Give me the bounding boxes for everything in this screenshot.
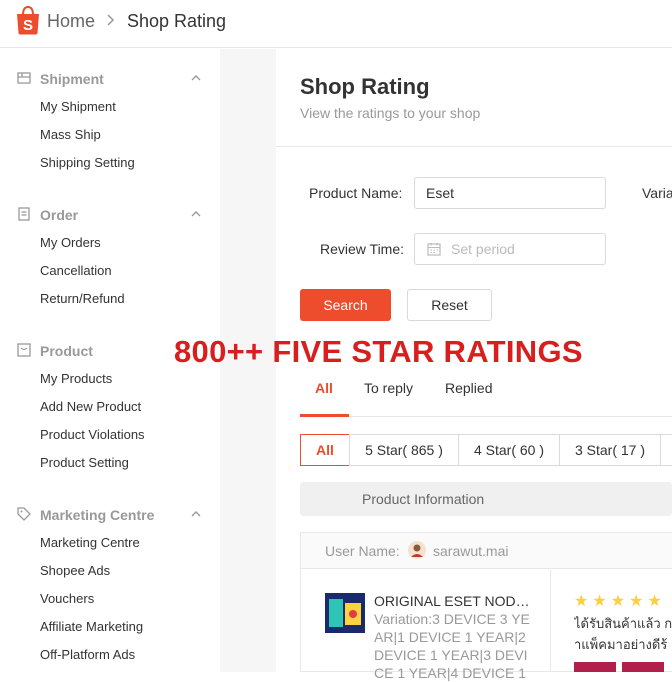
star-filter-5[interactable]: 5 Star( 865 )	[349, 434, 459, 466]
sidebar-section-shipment[interactable]: Shipment	[40, 71, 104, 87]
sidebar-item-marketing-centre[interactable]: Marketing Centre	[40, 535, 140, 550]
tabs-divider	[300, 416, 672, 417]
order-icon	[18, 207, 30, 221]
tab-all[interactable]: All	[315, 380, 333, 396]
top-bar: S Home Shop Rating	[0, 0, 672, 48]
product-name[interactable]: ORIGINAL ESET NOD32 ANTIVIRUS	[374, 593, 532, 609]
star-filter-4[interactable]: 4 Star( 60 )	[458, 434, 560, 466]
sidebar-section-marketing[interactable]: Marketing Centre	[40, 507, 154, 523]
breadcrumb-current: Shop Rating	[127, 11, 227, 31]
search-button[interactable]: Search	[300, 289, 391, 321]
star-filter-next[interactable]	[660, 434, 672, 466]
star-filter-3[interactable]: 3 Star( 17 )	[559, 434, 661, 466]
divider	[276, 146, 672, 147]
breadcrumb-home[interactable]: Home	[47, 11, 95, 32]
variation-label: Varia	[642, 185, 672, 201]
chevron-up-icon[interactable]	[190, 208, 202, 220]
sidebar-item-cancellation[interactable]: Cancellation	[40, 263, 112, 278]
sidebar-item-affiliate-marketing[interactable]: Affiliate Marketing	[40, 619, 143, 634]
sidebar-item-my-shipment[interactable]: My Shipment	[40, 99, 116, 114]
page-subtitle: View the ratings to your shop	[300, 105, 481, 121]
sidebar-item-add-new-product[interactable]: Add New Product	[40, 399, 141, 414]
reset-button[interactable]: Reset	[407, 289, 492, 321]
review-photo-thumbnail[interactable]	[622, 662, 664, 672]
product-name-input[interactable]: Eset	[414, 177, 606, 209]
sidebar-item-off-platform-ads[interactable]: Off-Platform Ads	[40, 647, 135, 662]
sidebar-item-mass-ship[interactable]: Mass Ship	[40, 127, 101, 142]
review-time-picker[interactable]: Set period	[414, 233, 606, 265]
review-text-line: าแพ็คมาอย่างดีร้	[574, 637, 668, 652]
sidebar-section-order[interactable]: Order	[40, 207, 78, 223]
sidebar-item-shopee-ads[interactable]: Shopee Ads	[40, 563, 110, 578]
table-header-product-information: Product Information	[362, 491, 485, 507]
tab-to-reply[interactable]: To reply	[364, 380, 413, 396]
chevron-up-icon[interactable]	[190, 508, 202, 520]
user-name-label: User Name:	[325, 543, 400, 559]
product-variation: Variation:3 DEVICE 3 YEAR|1 DEVICE 1 YEA…	[374, 611, 530, 681]
review-time-label: Review Time:	[320, 241, 405, 257]
product-name-label: Product Name:	[309, 185, 403, 201]
avatar[interactable]	[408, 541, 426, 559]
review-photo-thumbnail[interactable]	[574, 662, 616, 672]
shipment-icon	[17, 72, 31, 84]
tab-replied[interactable]: Replied	[445, 380, 492, 396]
sidebar-item-vouchers[interactable]: Vouchers	[40, 591, 94, 606]
review-text-line: ได้รับสินค้าแล้ว ก	[574, 616, 672, 631]
active-tab-indicator	[300, 414, 349, 417]
chevron-up-icon[interactable]	[190, 72, 202, 84]
sidebar-item-my-orders[interactable]: My Orders	[40, 235, 101, 250]
sidebar-section-product[interactable]: Product	[40, 343, 93, 359]
promo-overlay-text: 800++ FIVE STAR RATINGS	[174, 334, 583, 369]
user-name[interactable]: sarawut.mai	[433, 543, 508, 559]
calendar-icon	[427, 243, 441, 256]
star-filter-all[interactable]: All	[300, 434, 350, 466]
rating-stars: ★★★★★	[574, 593, 666, 610]
sidebar-item-product-setting[interactable]: Product Setting	[40, 455, 129, 470]
table-header	[300, 482, 672, 516]
chevron-right-icon	[107, 14, 115, 26]
product-image[interactable]	[325, 593, 365, 633]
product-icon	[17, 343, 31, 357]
review-text: ได้รับสินค้าแล้ว ก าแพ็คมาอย่างดีร้	[574, 613, 672, 655]
sidebar-item-return-refund[interactable]: Return/Refund	[40, 291, 125, 306]
page-title: Shop Rating	[300, 74, 430, 99]
sidebar-item-shipping-setting[interactable]: Shipping Setting	[40, 155, 135, 170]
review-column-divider	[550, 570, 551, 672]
sidebar-item-my-products[interactable]: My Products	[40, 371, 112, 386]
tag-icon	[17, 507, 31, 521]
shopee-logo-icon[interactable]: S	[14, 5, 42, 35]
sidebar-item-product-violations[interactable]: Product Violations	[40, 427, 145, 442]
svg-text:S: S	[23, 17, 33, 34]
